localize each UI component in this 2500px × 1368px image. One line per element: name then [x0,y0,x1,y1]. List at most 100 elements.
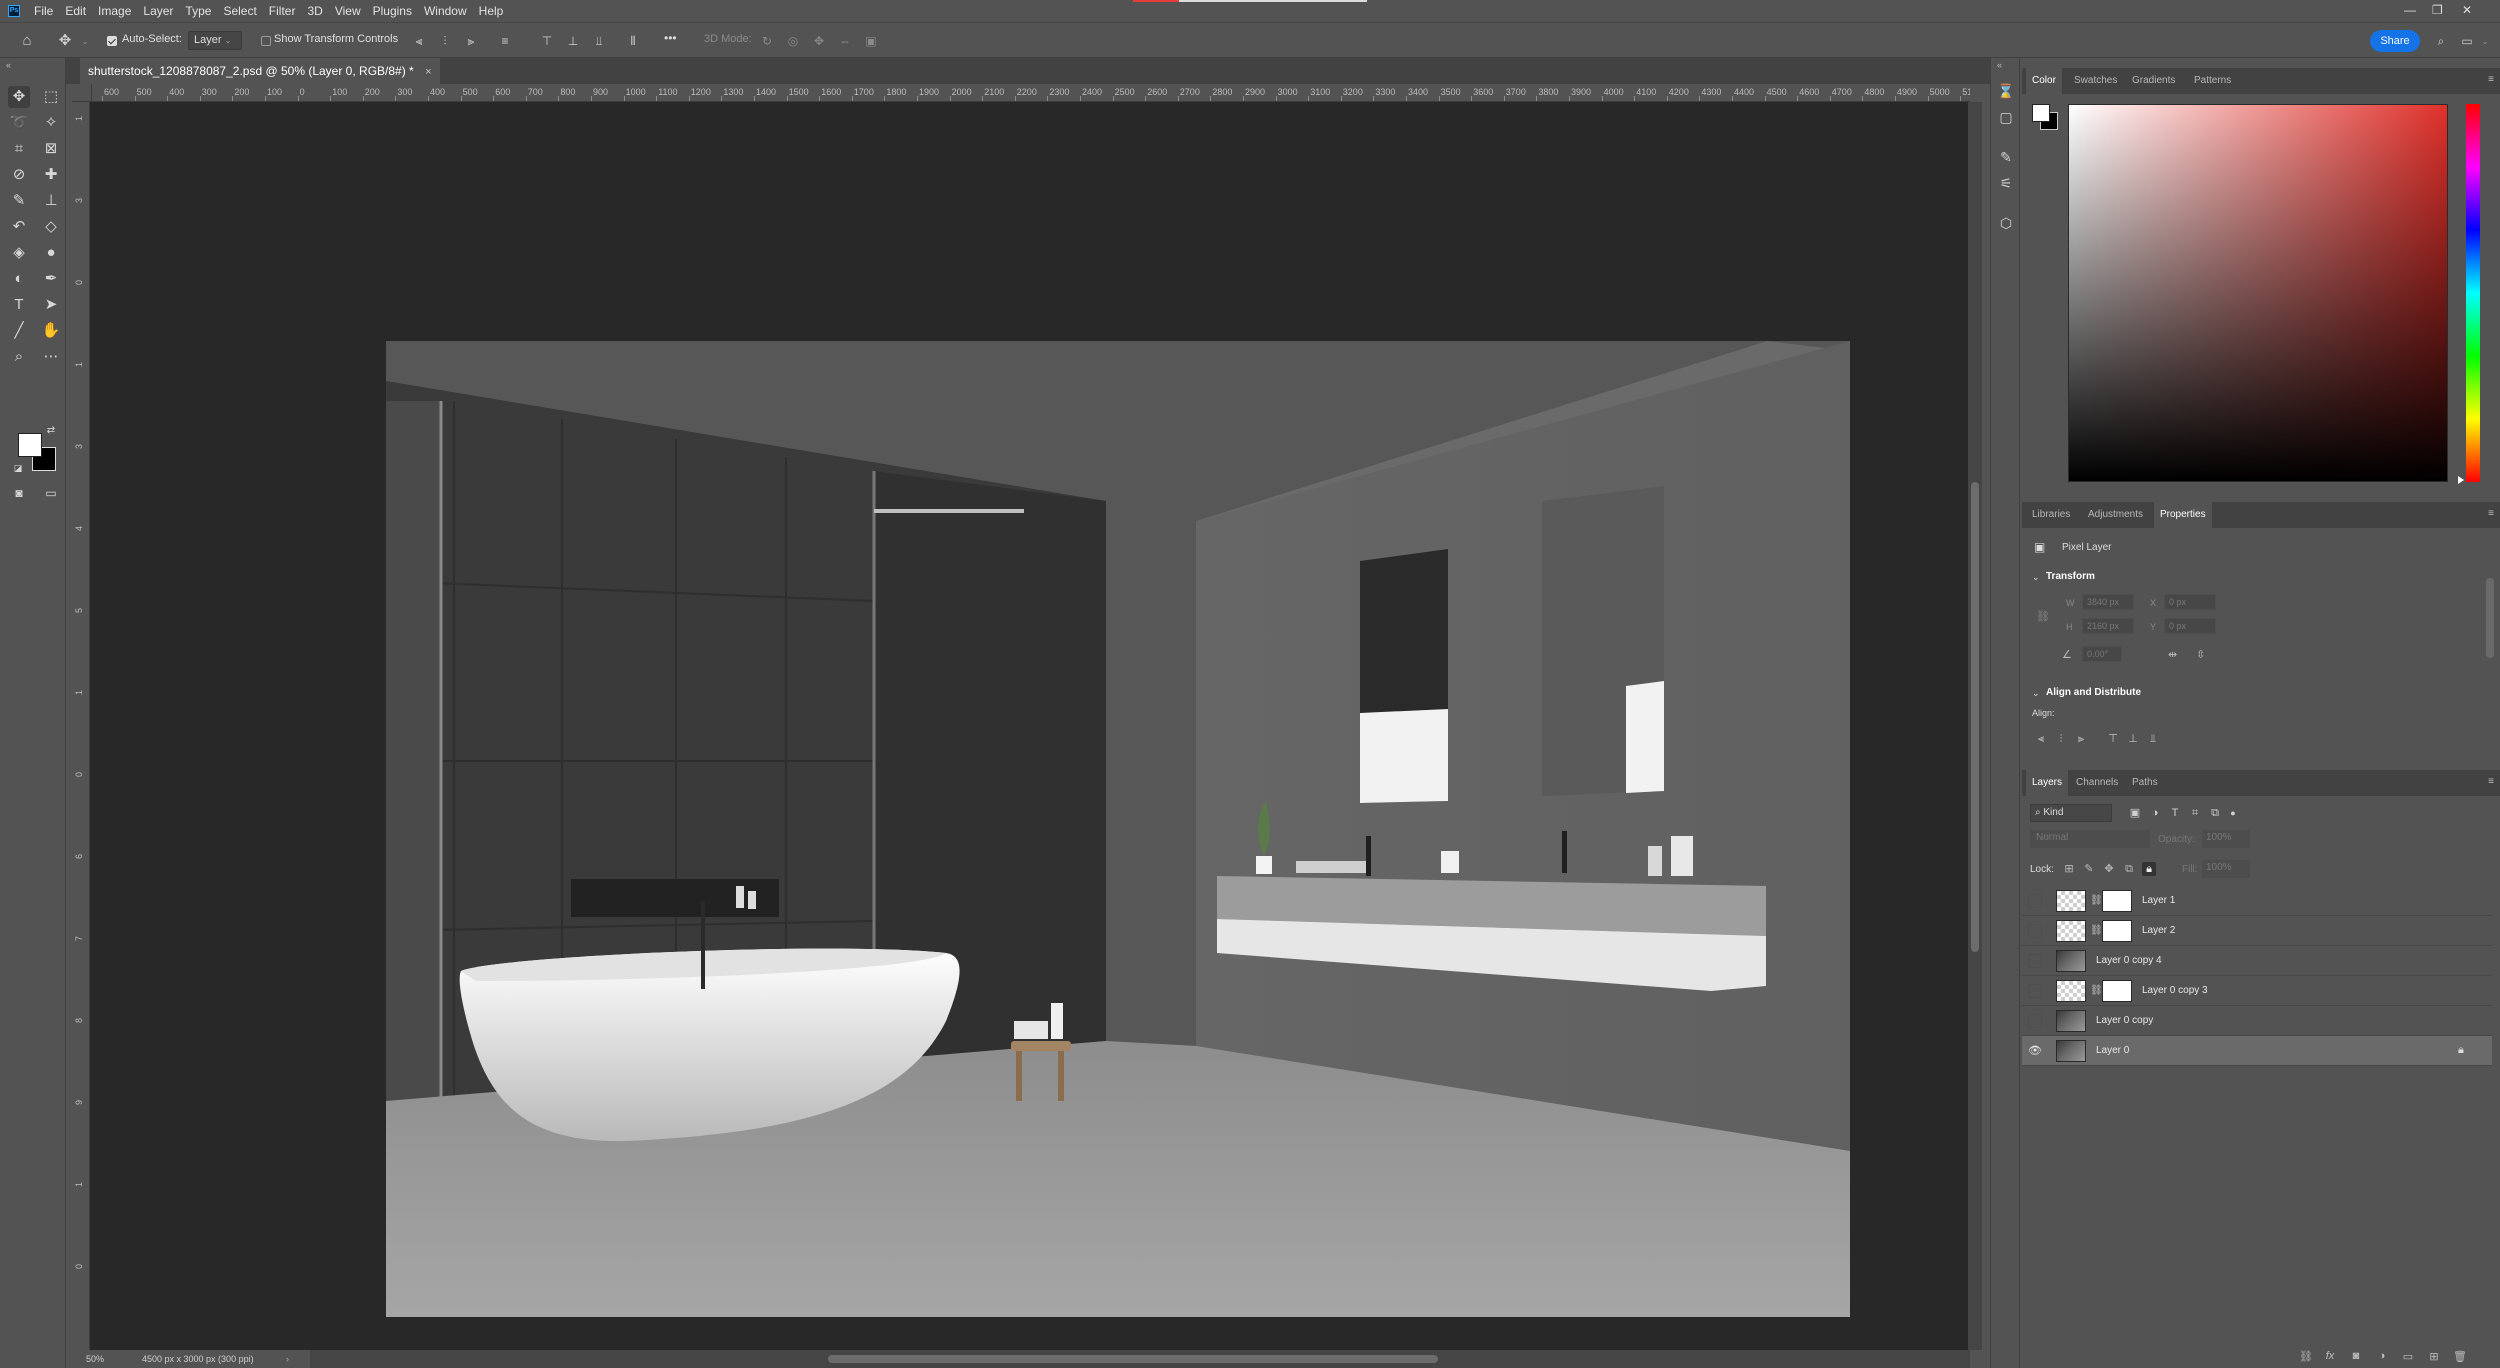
menu-edit[interactable]: Edit [59,0,92,22]
layer-row[interactable]: Layer 0 copy 4 [2022,946,2492,976]
lock-transparent-pixels-icon[interactable]: ⊞ [2062,862,2076,876]
preset-chevron-down-icon[interactable]: ⌄ [78,34,92,48]
close-window-icon[interactable]: ✕ [2462,3,2472,17]
share-button[interactable]: Share [2370,30,2420,52]
lock-artboard-icon[interactable]: ⧉ [2122,862,2136,876]
layer-mask-thumbnail[interactable] [2102,890,2132,912]
workspace-chevron-down-icon[interactable]: ⌄ [2478,34,2492,48]
lasso-tool-icon[interactable]: ➰ [8,112,30,134]
align-right-edges-icon[interactable]: ⫸ [464,34,478,48]
document-tab[interactable]: shutterstock_1208878087_2.psd @ 50% (Lay… [80,58,440,84]
align-middle-icon[interactable]: ⊥ [2126,732,2140,746]
layer-name[interactable]: Layer 0 copy 4 [2096,955,2162,966]
close-document-icon[interactable]: × [425,66,431,78]
color-picker-field[interactable] [2068,104,2448,482]
opacity-field[interactable]: 100% [2202,830,2250,848]
tab-gradients[interactable]: Gradients [2126,68,2181,94]
align-right-icon[interactable]: ⫸ [2074,732,2088,746]
align-bottom-edges-icon[interactable]: ⫫ [592,34,606,48]
line-tool-icon[interactable]: ╱ [8,320,30,342]
clone-stamp-tool-icon[interactable]: ⊥ [40,190,62,212]
zoom-tool-icon[interactable]: ⌕ [8,346,30,368]
adjust-panel-icon[interactable]: ⚟ [1997,174,2015,192]
layer-name[interactable]: Layer 0 [2096,1045,2129,1056]
move-tool-icon[interactable]: ✥ [8,86,30,108]
tab-adjustments[interactable]: Adjustments [2082,502,2149,528]
filter-adjustment-icon[interactable]: ◑ [2148,806,2162,820]
x-field[interactable]: 0 px [2164,594,2216,610]
restore-icon[interactable]: ❐ [2432,3,2443,17]
3d-orbit-icon[interactable]: ↻ [760,34,774,48]
status-menu-chevron-icon[interactable]: › [286,1350,289,1368]
mask-link-icon[interactable]: ⛓ [2090,985,2103,996]
eyedropper-tool-icon[interactable]: ⊘ [8,164,30,186]
layer-row[interactable]: ⛓ Layer 0 copy 3 [2022,976,2492,1006]
color-panel-menu-icon[interactable]: ≡ [2488,74,2494,85]
menu-layer[interactable]: Layer [137,0,179,22]
align-vertical-centers-icon[interactable]: ⊥ [566,34,580,48]
align-top-edges-icon[interactable]: ⊤ [540,34,554,48]
properties-scrollbar[interactable] [2486,578,2494,658]
ruler-origin[interactable] [72,84,92,102]
history-panel-icon[interactable]: ⌛ [1997,82,2015,100]
tab-libraries[interactable]: Libraries [2026,502,2076,528]
expand-panels-icon[interactable]: « [1997,60,2002,70]
filter-shape-icon[interactable]: ⌗ [2188,806,2202,820]
angle-field[interactable]: 0.00° [2082,646,2122,662]
hue-marker[interactable] [2458,476,2464,484]
menu-file[interactable]: File [28,0,59,22]
workspace-icon[interactable]: ▭ [2460,34,2474,48]
edit-toolbar-icon[interactable]: ⋯ [40,346,62,368]
transform-section-title[interactable]: Transform [2046,571,2095,582]
delete-layer-icon[interactable]: 🗑︎ [2452,1350,2468,1364]
home-icon[interactable]: ⌂ [20,33,34,48]
layer-style-icon[interactable]: fx [2322,1350,2338,1364]
menu-plugins[interactable]: Plugins [367,0,418,22]
tab-channels[interactable]: Channels [2070,770,2124,796]
visibility-toggle[interactable] [2028,924,2042,938]
layer-filter-kind-dropdown[interactable]: ⌕ Kind [2030,804,2112,822]
tab-patterns[interactable]: Patterns [2188,68,2237,94]
align-top-icon[interactable]: ⊤ [2106,732,2120,746]
horizontal-ruler[interactable]: 600 500 400 300 200 100 0 100 200 300 400 500 600 700… [92,84,1970,102]
flip-horizontal-icon[interactable]: ⇹ [2168,648,2177,661]
3d-slide-icon[interactable]: ⇔ [838,34,852,48]
healing-brush-tool-icon[interactable]: ✚ [40,164,62,186]
document-info[interactable]: 4500 px x 3000 px (300 ppi) [142,1350,254,1368]
minimize-icon[interactable]: — [2404,3,2416,17]
align-left-edges-icon[interactable]: ⫷ [412,34,426,48]
layer-mask-thumbnail[interactable] [2102,920,2132,942]
visibility-eye-icon[interactable]: 👁︎ [2028,1044,2042,1058]
align-horizontal-centers-icon[interactable]: ⫶ [438,34,452,48]
vertical-scrollbar[interactable] [1968,102,1982,1350]
magic-wand-tool-icon[interactable]: ✧ [40,112,62,134]
eraser-tool-icon[interactable]: ◇ [40,216,62,238]
visibility-toggle[interactable] [2028,954,2042,968]
filter-toggle-icon[interactable]: ● [2226,806,2240,820]
properties-panel-menu-icon[interactable]: ≡ [2488,508,2494,519]
distribute-vertical-icon[interactable]: ≡ [498,34,512,48]
align-bottom-icon[interactable]: ⫫ [2146,732,2160,746]
more-options-button[interactable]: ••• [664,31,677,45]
type-tool-icon[interactable]: T [8,294,30,316]
blur-tool-icon[interactable]: ● [40,242,62,264]
visibility-toggle[interactable] [2028,894,2042,908]
mask-link-icon[interactable]: ⛓ [2090,925,2103,936]
horizontal-scroll-thumb[interactable] [828,1355,1438,1363]
zoom-level[interactable]: 50% [86,1350,104,1368]
distribute-horizontal-icon[interactable]: ⫴ [626,34,640,48]
3d-drag-icon[interactable]: ✥ [812,34,826,48]
menu-window[interactable]: Window [418,0,473,22]
paint-bucket-tool-icon[interactable]: ◈ [8,242,30,264]
show-transform-controls-checkbox[interactable] [261,36,271,46]
pen-tool-icon[interactable]: ✒ [40,268,62,290]
auto-select-target-dropdown[interactable]: Layer ⌄ [188,31,242,50]
new-adjustment-layer-icon[interactable]: ◑ [2374,1350,2390,1364]
menu-type[interactable]: Type [179,0,217,22]
align-center-icon[interactable]: ⫶ [2054,732,2068,746]
fill-field[interactable]: 100% [2202,860,2250,878]
lock-position-icon[interactable]: ✥ [2102,862,2116,876]
visibility-toggle[interactable] [2028,1014,2042,1028]
add-mask-icon[interactable]: ◙ [2348,1350,2364,1364]
swap-colors-icon[interactable]: ⇄ [44,424,58,438]
